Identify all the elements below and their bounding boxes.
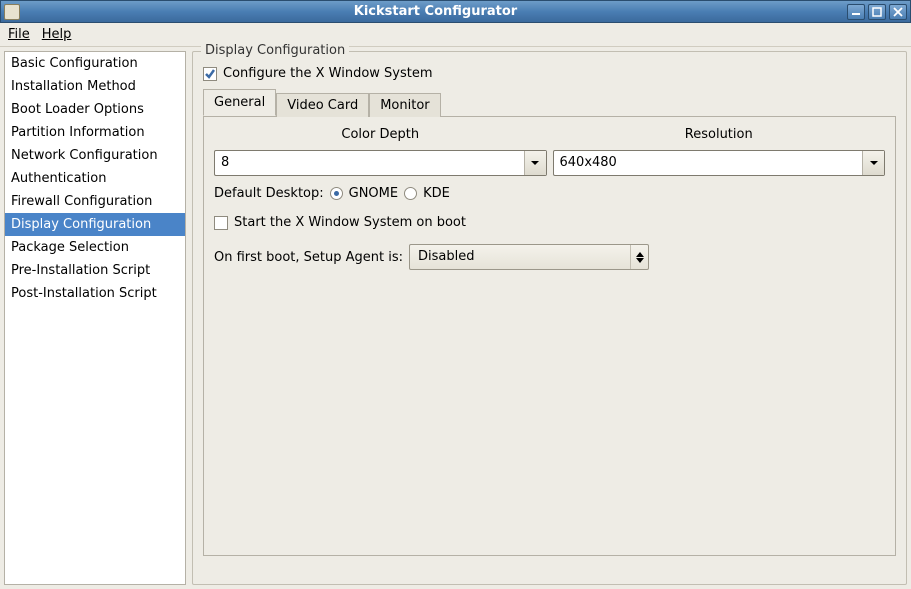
- setup-agent-select[interactable]: Disabled: [409, 244, 649, 270]
- setup-agent-value: Disabled: [410, 245, 630, 269]
- display-mode-grid: Color Depth Resolution 8 640x480: [214, 127, 885, 176]
- resolution-header: Resolution: [553, 127, 886, 142]
- configure-x-label: Configure the X Window System: [223, 66, 433, 81]
- sidebar-item-post-installation-script[interactable]: Post-Installation Script: [5, 282, 185, 305]
- tabpane-general: Color Depth Resolution 8 640x480: [203, 116, 896, 556]
- default-desktop-row: Default Desktop: GNOME KDE: [214, 186, 885, 201]
- configure-x-checkbox[interactable]: [203, 67, 217, 81]
- start-on-boot-label: Start the X Window System on boot: [234, 215, 466, 230]
- color-depth-combo[interactable]: 8: [214, 150, 547, 176]
- content-area: Display Configuration Configure the X Wi…: [192, 51, 907, 585]
- display-configuration-frame: Display Configuration Configure the X Wi…: [192, 51, 907, 585]
- app-icon: [4, 4, 20, 20]
- color-depth-dropdown-button[interactable]: [524, 151, 546, 175]
- window-controls: [847, 4, 907, 20]
- radio-gnome-label: GNOME: [349, 186, 398, 201]
- color-depth-value: 8: [215, 151, 524, 175]
- titlebar: Kickstart Configurator: [0, 0, 911, 23]
- tabbar: General Video Card Monitor: [203, 89, 896, 116]
- sidebar-item-package-selection[interactable]: Package Selection: [5, 236, 185, 259]
- menu-help[interactable]: Help: [42, 27, 72, 42]
- maximize-button[interactable]: [868, 4, 886, 20]
- resolution-combo[interactable]: 640x480: [553, 150, 886, 176]
- radio-gnome[interactable]: [330, 187, 343, 200]
- radio-kde-label: KDE: [423, 186, 450, 201]
- sidebar-item-installation-method[interactable]: Installation Method: [5, 75, 185, 98]
- sidebar-item-firewall-configuration[interactable]: Firewall Configuration: [5, 190, 185, 213]
- configure-x-row: Configure the X Window System: [203, 66, 896, 81]
- resolution-value: 640x480: [554, 151, 863, 175]
- frame-legend: Display Configuration: [201, 43, 349, 58]
- radio-kde[interactable]: [404, 187, 417, 200]
- sidebar-item-partition-information[interactable]: Partition Information: [5, 121, 185, 144]
- setup-agent-row: On first boot, Setup Agent is: Disabled: [214, 244, 885, 270]
- menubar: File Help: [0, 23, 911, 47]
- sidebar-item-authentication[interactable]: Authentication: [5, 167, 185, 190]
- color-depth-header: Color Depth: [214, 127, 547, 142]
- sidebar-item-network-configuration[interactable]: Network Configuration: [5, 144, 185, 167]
- sidebar-item-pre-installation-script[interactable]: Pre-Installation Script: [5, 259, 185, 282]
- start-on-boot-checkbox[interactable]: [214, 216, 228, 230]
- sidebar-item-basic-configuration[interactable]: Basic Configuration: [5, 52, 185, 75]
- client-area: Basic Configuration Installation Method …: [0, 47, 911, 589]
- tab-monitor[interactable]: Monitor: [369, 93, 440, 117]
- close-button[interactable]: [889, 4, 907, 20]
- window-title: Kickstart Configurator: [24, 4, 847, 19]
- notebook: General Video Card Monitor Color Depth R…: [203, 89, 896, 556]
- menu-file[interactable]: File: [8, 27, 30, 42]
- setup-agent-stepper[interactable]: [630, 245, 648, 269]
- sidebar: Basic Configuration Installation Method …: [4, 51, 186, 585]
- default-desktop-label: Default Desktop:: [214, 186, 324, 201]
- sidebar-item-display-configuration[interactable]: Display Configuration: [5, 213, 185, 236]
- tab-general[interactable]: General: [203, 89, 276, 116]
- tab-video-card[interactable]: Video Card: [276, 93, 369, 117]
- start-on-boot-row: Start the X Window System on boot: [214, 215, 885, 230]
- sidebar-item-boot-loader-options[interactable]: Boot Loader Options: [5, 98, 185, 121]
- resolution-dropdown-button[interactable]: [862, 151, 884, 175]
- setup-agent-label: On first boot, Setup Agent is:: [214, 250, 403, 265]
- minimize-button[interactable]: [847, 4, 865, 20]
